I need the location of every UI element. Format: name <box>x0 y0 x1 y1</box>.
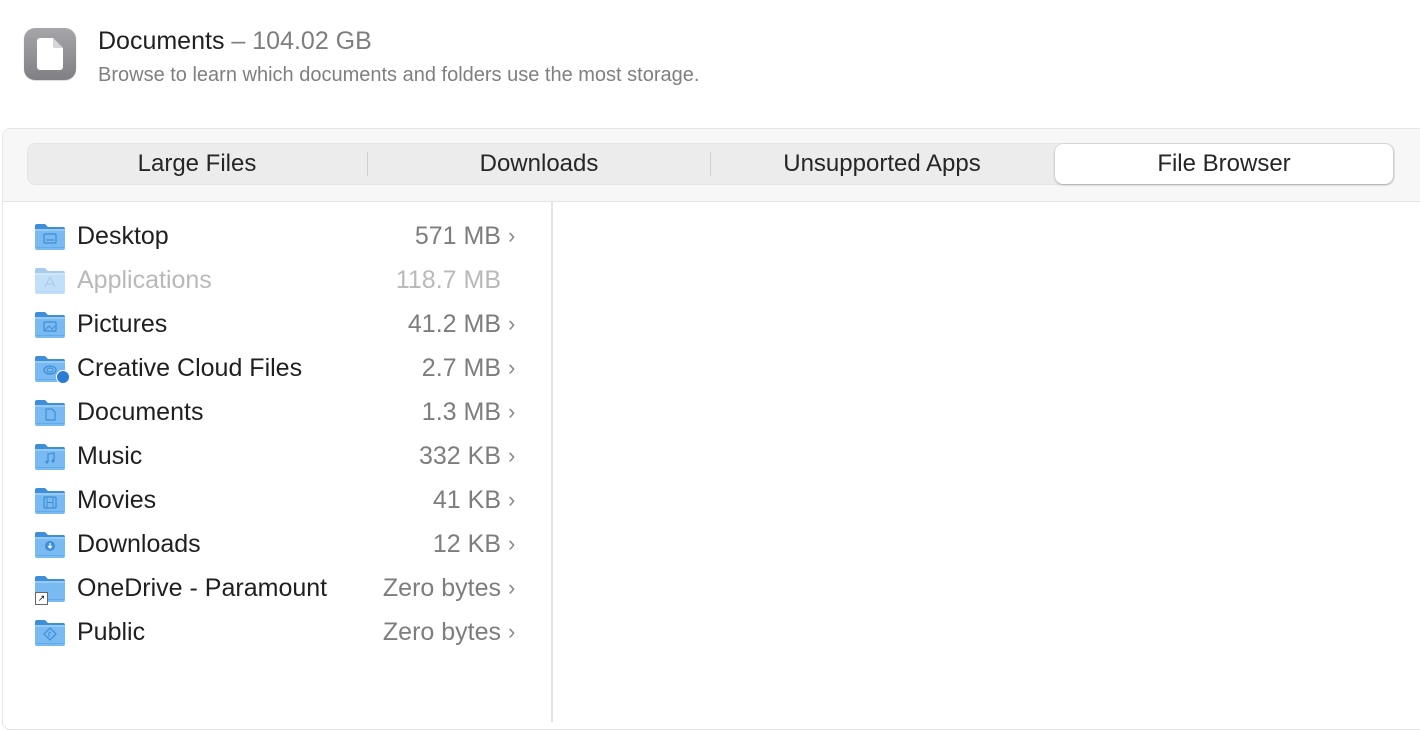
movies-folder-icon <box>34 485 66 515</box>
folder-name: Desktop <box>77 222 169 250</box>
total-size: 104.02 GB <box>252 27 372 55</box>
segmented-control: Large Files Downloads Unsupported Apps F… <box>27 143 1395 185</box>
folder-row[interactable]: Pictures 41.2 MB › <box>3 302 551 346</box>
alias-arrow-badge: ↗ <box>35 592 48 605</box>
folder-size: 2.7 MB <box>421 354 501 382</box>
folder-size: 41.2 MB <box>407 310 501 338</box>
folder-size: 1.3 MB <box>421 398 501 426</box>
folder-name: Applications <box>77 266 212 294</box>
chevron-right-icon[interactable]: › <box>508 440 515 472</box>
subtitle: Browse to learn which documents and fold… <box>98 64 700 86</box>
onedrive-folder-icon: ↗ <box>34 573 66 605</box>
folder-row[interactable]: Movies 41 KB › <box>3 478 551 522</box>
creative-cloud-folder-icon <box>34 353 70 384</box>
folder-size: Zero bytes <box>382 618 501 646</box>
sync-paused-badge <box>56 370 70 384</box>
folder-name: Public <box>77 618 146 646</box>
desktop-folder-icon <box>34 221 66 251</box>
tab-large-files[interactable]: Large Files <box>27 143 367 185</box>
folder-row[interactable]: Desktop 571 MB › <box>3 214 551 258</box>
tab-bar: Large Files Downloads Unsupported Apps F… <box>3 129 1420 202</box>
folder-row[interactable]: Documents 1.3 MB › <box>3 390 551 434</box>
folder-row[interactable]: Music 332 KB › <box>3 434 551 478</box>
storage-panel: Large Files Downloads Unsupported Apps F… <box>2 128 1420 730</box>
folder-size: 12 KB <box>432 530 501 558</box>
folder-row[interactable]: Public Zero bytes › <box>3 610 551 654</box>
title-separator: – <box>231 27 246 55</box>
chevron-right-icon[interactable]: › <box>508 572 515 604</box>
title-label: Documents <box>98 27 225 55</box>
detail-pane <box>553 202 1420 722</box>
chevron-right-icon[interactable]: › <box>508 308 515 340</box>
folder-size: 41 KB <box>432 486 501 514</box>
folder-list: Desktop 571 MB › Applications 118.7 MB Pictur… <box>3 202 551 722</box>
folder-name: Music <box>77 442 143 470</box>
folder-row[interactable]: Creative Cloud Files 2.7 MB › <box>3 346 551 390</box>
folder-size: 118.7 MB <box>395 266 501 294</box>
tab-unsupported-apps[interactable]: Unsupported Apps <box>711 143 1053 185</box>
documents-folder-icon <box>34 397 66 427</box>
downloads-folder-icon <box>34 529 66 559</box>
chevron-right-icon[interactable]: › <box>508 396 515 428</box>
tab-downloads[interactable]: Downloads <box>368 143 710 185</box>
tab-file-browser[interactable]: File Browser <box>1055 144 1393 184</box>
applications-folder-icon <box>34 265 66 295</box>
folder-row[interactable]: ↗ OneDrive - Paramount Zero bytes › <box>3 566 551 610</box>
chevron-right-icon[interactable]: › <box>508 484 515 516</box>
chevron-right-icon[interactable]: › <box>508 528 515 560</box>
header: Documents – 104.02 GB Browse to learn wh… <box>0 0 1420 128</box>
folder-row: Applications 118.7 MB <box>3 258 551 302</box>
page-title: Documents – 104.02 GB <box>98 26 372 56</box>
folder-size: 332 KB <box>418 442 501 470</box>
pictures-folder-icon <box>34 309 66 339</box>
chevron-right-icon[interactable]: › <box>508 616 515 648</box>
folder-name: OneDrive - Paramount <box>77 574 328 602</box>
music-folder-icon <box>34 441 66 471</box>
document-icon <box>24 28 76 80</box>
folder-row[interactable]: Downloads 12 KB › <box>3 522 551 566</box>
folder-name: Creative Cloud Files <box>77 354 303 382</box>
public-folder-icon <box>34 617 66 647</box>
chevron-right-icon[interactable]: › <box>508 352 515 384</box>
chevron-right-icon[interactable]: › <box>508 220 515 252</box>
folder-name: Downloads <box>77 530 201 558</box>
folder-size: 571 MB <box>414 222 501 250</box>
folder-name: Movies <box>77 486 157 514</box>
folder-name: Documents <box>77 398 204 426</box>
folder-size: Zero bytes <box>382 574 501 602</box>
folder-name: Pictures <box>77 310 168 338</box>
